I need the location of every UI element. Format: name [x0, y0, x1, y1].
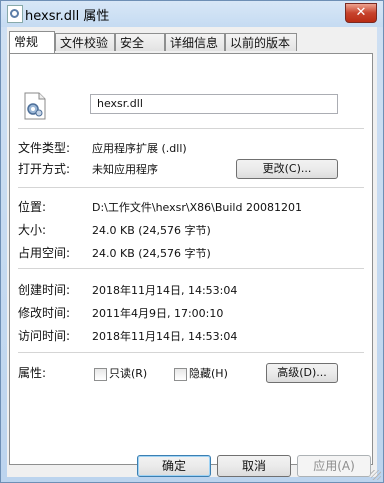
readonly-checkbox[interactable] [94, 368, 107, 381]
tab-previous-versions[interactable]: 以前的版本 [225, 33, 297, 51]
created-label: 创建时间: [18, 283, 71, 297]
created-value: 2018年11月14日, 14:53:04 [92, 284, 238, 297]
location-value: D:\工作文件\hexsr\X86\Build 20081201 [92, 201, 302, 214]
advanced-button[interactable]: 高级(D)... [266, 363, 338, 383]
cancel-button[interactable]: 取消 [217, 455, 291, 477]
modified-label: 修改时间: [18, 306, 71, 320]
dialog-client: 常规 文件校验 安全 详细信息 以前的版本 hexsr.dll 文件类型: 应用… [7, 27, 377, 477]
tab-general[interactable]: 常规 [9, 31, 55, 53]
open-with-label: 打开方式: [18, 162, 71, 176]
apply-button[interactable]: 应用(A) [297, 455, 371, 477]
tab-details[interactable]: 详细信息 [165, 33, 225, 51]
size-on-disk-label: 占用空间: [18, 246, 71, 260]
open-with-value: 未知应用程序 [92, 163, 158, 176]
file-name-field[interactable]: hexsr.dll [90, 94, 338, 114]
divider [18, 352, 364, 353]
hidden-label[interactable]: 隐藏(H) [189, 365, 228, 381]
file-icon [7, 5, 23, 23]
location-label: 位置: [18, 200, 47, 214]
file-type-label: 文件类型: [18, 141, 71, 155]
tab-file-checksum[interactable]: 文件校验 [55, 33, 115, 51]
modified-value: 2011年4月9日, 17:00:10 [92, 307, 224, 320]
properties-dialog: hexsr.dll 属性 ✕ 常规 文件校验 安全 详细信息 以前的版本 hex… [0, 0, 384, 483]
title-bar[interactable]: hexsr.dll 属性 ✕ [1, 1, 383, 27]
ok-button[interactable]: 确定 [137, 455, 211, 477]
hidden-checkbox[interactable] [174, 368, 187, 381]
window-title: hexsr.dll 属性 [25, 9, 110, 24]
attributes-label: 属性: [18, 366, 47, 380]
close-button[interactable]: ✕ [345, 3, 377, 23]
divider [18, 128, 364, 129]
general-panel: hexsr.dll 文件类型: 应用程序扩展 (.dll) 打开方式: 未知应用… [9, 53, 373, 465]
size-value: 24.0 KB (24,576 字节) [92, 224, 211, 237]
divider [18, 268, 364, 269]
change-button[interactable]: 更改(C)... [236, 159, 338, 179]
size-on-disk-value: 24.0 KB (24,576 字节) [92, 247, 211, 260]
divider [18, 187, 364, 188]
resize-grip[interactable] [371, 470, 381, 480]
tab-security[interactable]: 安全 [115, 33, 165, 51]
readonly-label[interactable]: 只读(R) [109, 365, 147, 381]
dll-file-icon [22, 92, 48, 120]
accessed-label: 访问时间: [18, 329, 71, 343]
file-type-value: 应用程序扩展 (.dll) [92, 142, 187, 155]
size-label: 大小: [18, 223, 47, 237]
accessed-value: 2018年11月14日, 14:53:04 [92, 330, 238, 343]
